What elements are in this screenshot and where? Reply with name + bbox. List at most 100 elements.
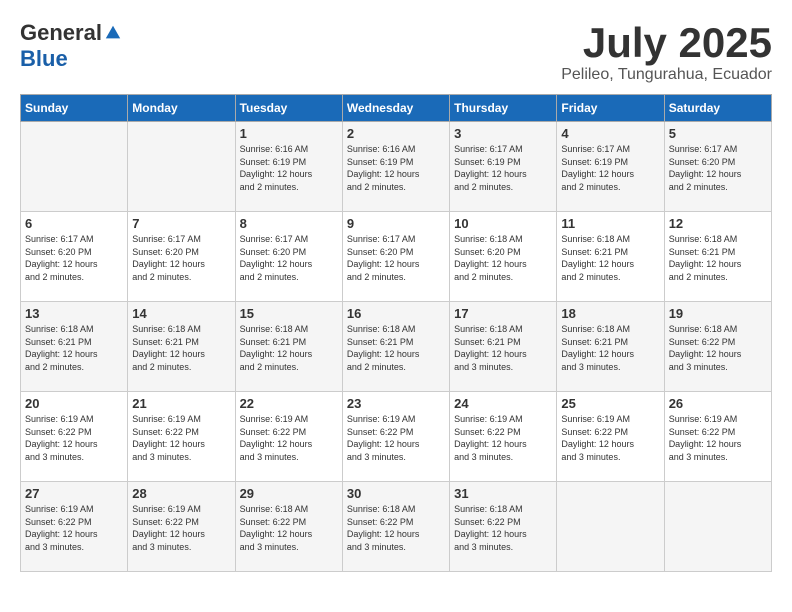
calendar-cell (664, 482, 771, 572)
calendar-cell: 30 Sunrise: 6:18 AM Sunset: 6:22 PM Dayli… (342, 482, 449, 572)
day-info: Sunrise: 6:16 AM Sunset: 6:19 PM Dayligh… (240, 143, 338, 193)
day-info: Sunrise: 6:18 AM Sunset: 6:21 PM Dayligh… (454, 323, 552, 373)
day-info: Sunrise: 6:17 AM Sunset: 6:20 PM Dayligh… (669, 143, 767, 193)
day-number: 30 (347, 486, 445, 501)
calendar-cell: 15 Sunrise: 6:18 AM Sunset: 6:21 PM Dayli… (235, 302, 342, 392)
calendar-cell: 16 Sunrise: 6:18 AM Sunset: 6:21 PM Dayli… (342, 302, 449, 392)
calendar-cell: 14 Sunrise: 6:18 AM Sunset: 6:21 PM Dayli… (128, 302, 235, 392)
day-info: Sunrise: 6:18 AM Sunset: 6:22 PM Dayligh… (347, 503, 445, 553)
day-number: 2 (347, 126, 445, 141)
day-number: 11 (561, 216, 659, 231)
calendar-cell: 23 Sunrise: 6:19 AM Sunset: 6:22 PM Dayli… (342, 392, 449, 482)
weekday-header-monday: Monday (128, 95, 235, 122)
weekday-header-sunday: Sunday (21, 95, 128, 122)
day-info: Sunrise: 6:18 AM Sunset: 6:21 PM Dayligh… (347, 323, 445, 373)
calendar-cell: 20 Sunrise: 6:19 AM Sunset: 6:22 PM Dayli… (21, 392, 128, 482)
day-info: Sunrise: 6:18 AM Sunset: 6:21 PM Dayligh… (669, 233, 767, 283)
weekday-header-friday: Friday (557, 95, 664, 122)
day-number: 29 (240, 486, 338, 501)
day-number: 27 (25, 486, 123, 501)
day-number: 13 (25, 306, 123, 321)
title-block: July 2025 Pelileo, Tungurahua, Ecuador (561, 20, 772, 84)
day-info: Sunrise: 6:19 AM Sunset: 6:22 PM Dayligh… (454, 413, 552, 463)
day-number: 23 (347, 396, 445, 411)
calendar-cell: 19Sunrise: 6:18 AM Sunset: 6:22 PM Dayli… (664, 302, 771, 392)
weekday-header-thursday: Thursday (450, 95, 557, 122)
day-number: 6 (25, 216, 123, 231)
calendar-cell: 10 Sunrise: 6:18 AM Sunset: 6:20 PM Dayli… (450, 212, 557, 302)
calendar-cell (21, 122, 128, 212)
day-number: 16 (347, 306, 445, 321)
calendar-cell: 18Sunrise: 6:18 AM Sunset: 6:21 PM Dayli… (557, 302, 664, 392)
day-info: Sunrise: 6:18 AM Sunset: 6:21 PM Dayligh… (561, 233, 659, 283)
day-number: 4 (561, 126, 659, 141)
calendar-cell: 8Sunrise: 6:17 AM Sunset: 6:20 PM Daylig… (235, 212, 342, 302)
day-info: Sunrise: 6:18 AM Sunset: 6:22 PM Dayligh… (240, 503, 338, 553)
day-number: 20 (25, 396, 123, 411)
day-number: 22 (240, 396, 338, 411)
day-number: 25 (561, 396, 659, 411)
calendar-table: SundayMondayTuesdayWednesdayThursdayFrid… (20, 94, 772, 572)
calendar-cell (557, 482, 664, 572)
logo-general-text: General (20, 20, 102, 46)
weekday-header-wednesday: Wednesday (342, 95, 449, 122)
day-info: Sunrise: 6:18 AM Sunset: 6:20 PM Dayligh… (454, 233, 552, 283)
day-info: Sunrise: 6:19 AM Sunset: 6:22 PM Dayligh… (669, 413, 767, 463)
month-title: July 2025 (561, 20, 772, 66)
day-info: Sunrise: 6:19 AM Sunset: 6:22 PM Dayligh… (240, 413, 338, 463)
day-info: Sunrise: 6:17 AM Sunset: 6:20 PM Dayligh… (240, 233, 338, 283)
day-info: Sunrise: 6:16 AM Sunset: 6:19 PM Dayligh… (347, 143, 445, 193)
logo-blue-text: Blue (20, 46, 68, 72)
location-subtitle: Pelileo, Tungurahua, Ecuador (561, 66, 772, 84)
logo-icon (104, 24, 122, 42)
day-info: Sunrise: 6:19 AM Sunset: 6:22 PM Dayligh… (132, 503, 230, 553)
week-row-1: 1 Sunrise: 6:16 AM Sunset: 6:19 PM Daylig… (21, 122, 772, 212)
day-info: Sunrise: 6:19 AM Sunset: 6:22 PM Dayligh… (25, 413, 123, 463)
day-number: 12 (669, 216, 767, 231)
day-number: 15 (240, 306, 338, 321)
calendar-cell: 7Sunrise: 6:17 AM Sunset: 6:20 PM Daylig… (128, 212, 235, 302)
calendar-cell: 3 Sunrise: 6:17 AM Sunset: 6:19 PM Daylig… (450, 122, 557, 212)
day-number: 26 (669, 396, 767, 411)
day-info: Sunrise: 6:19 AM Sunset: 6:22 PM Dayligh… (25, 503, 123, 553)
week-row-3: 13 Sunrise: 6:18 AM Sunset: 6:21 PM Dayli… (21, 302, 772, 392)
day-number: 14 (132, 306, 230, 321)
day-info: Sunrise: 6:18 AM Sunset: 6:21 PM Dayligh… (132, 323, 230, 373)
calendar-cell: 17Sunrise: 6:18 AM Sunset: 6:21 PM Dayli… (450, 302, 557, 392)
calendar-cell: 27 Sunrise: 6:19 AM Sunset: 6:22 PM Dayli… (21, 482, 128, 572)
day-number: 31 (454, 486, 552, 501)
day-info: Sunrise: 6:17 AM Sunset: 6:19 PM Dayligh… (561, 143, 659, 193)
day-number: 9 (347, 216, 445, 231)
calendar-cell: 11 Sunrise: 6:18 AM Sunset: 6:21 PM Dayli… (557, 212, 664, 302)
day-number: 21 (132, 396, 230, 411)
day-info: Sunrise: 6:18 AM Sunset: 6:22 PM Dayligh… (454, 503, 552, 553)
day-info: Sunrise: 6:17 AM Sunset: 6:19 PM Dayligh… (454, 143, 552, 193)
week-row-2: 6 Sunrise: 6:17 AM Sunset: 6:20 PM Daylig… (21, 212, 772, 302)
calendar-cell: 6 Sunrise: 6:17 AM Sunset: 6:20 PM Daylig… (21, 212, 128, 302)
calendar-cell: 1 Sunrise: 6:16 AM Sunset: 6:19 PM Daylig… (235, 122, 342, 212)
calendar-cell: 22 Sunrise: 6:19 AM Sunset: 6:22 PM Dayli… (235, 392, 342, 482)
calendar-cell: 21Sunrise: 6:19 AM Sunset: 6:22 PM Dayli… (128, 392, 235, 482)
day-info: Sunrise: 6:18 AM Sunset: 6:22 PM Dayligh… (669, 323, 767, 373)
day-info: Sunrise: 6:17 AM Sunset: 6:20 PM Dayligh… (25, 233, 123, 283)
calendar-cell (128, 122, 235, 212)
day-number: 1 (240, 126, 338, 141)
calendar-cell: 24Sunrise: 6:19 AM Sunset: 6:22 PM Dayli… (450, 392, 557, 482)
weekday-header-tuesday: Tuesday (235, 95, 342, 122)
day-number: 10 (454, 216, 552, 231)
logo: General Blue (20, 20, 122, 72)
calendar-cell: 12 Sunrise: 6:18 AM Sunset: 6:21 PM Dayli… (664, 212, 771, 302)
calendar-cell: 9Sunrise: 6:17 AM Sunset: 6:20 PM Daylig… (342, 212, 449, 302)
day-info: Sunrise: 6:18 AM Sunset: 6:21 PM Dayligh… (25, 323, 123, 373)
day-info: Sunrise: 6:19 AM Sunset: 6:22 PM Dayligh… (347, 413, 445, 463)
calendar-cell: 4 Sunrise: 6:17 AM Sunset: 6:19 PM Daylig… (557, 122, 664, 212)
calendar-cell: 28 Sunrise: 6:19 AM Sunset: 6:22 PM Dayli… (128, 482, 235, 572)
day-info: Sunrise: 6:18 AM Sunset: 6:21 PM Dayligh… (240, 323, 338, 373)
page-header: General Blue July 2025 Pelileo, Tungurah… (20, 20, 772, 84)
weekday-header-row: SundayMondayTuesdayWednesdayThursdayFrid… (21, 95, 772, 122)
calendar-cell: 31 Sunrise: 6:18 AM Sunset: 6:22 PM Dayli… (450, 482, 557, 572)
day-number: 18 (561, 306, 659, 321)
day-info: Sunrise: 6:17 AM Sunset: 6:20 PM Dayligh… (132, 233, 230, 283)
day-number: 3 (454, 126, 552, 141)
day-number: 28 (132, 486, 230, 501)
